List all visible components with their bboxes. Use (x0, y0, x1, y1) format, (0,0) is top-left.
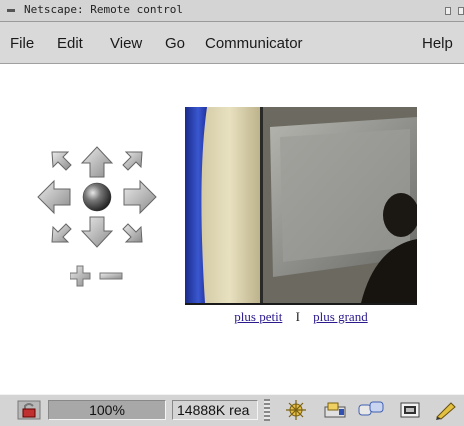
maximize-icon[interactable] (458, 7, 464, 15)
mailbox-icon[interactable] (322, 399, 350, 421)
menu-go[interactable]: Go (165, 35, 185, 52)
image-size-links: plus petit I plus grand (185, 309, 417, 325)
arrow-down-left-icon[interactable] (51, 223, 72, 243)
window-titlebar: Netscape: Remote control (0, 0, 464, 22)
zoom-controls (70, 265, 123, 287)
webcam-image (185, 107, 417, 305)
arrow-down-icon[interactable] (80, 216, 114, 248)
navigator-icon[interactable] (284, 399, 308, 421)
menu-communicator[interactable]: Communicator (205, 35, 303, 52)
link-smaller[interactable]: plus petit (234, 309, 282, 324)
memory-status: 14888K rea (172, 400, 258, 420)
window-title: Netscape: Remote control (24, 3, 183, 16)
arrow-up-right-icon[interactable] (122, 151, 143, 171)
arrow-down-right-icon[interactable] (122, 223, 143, 243)
padlock-icon[interactable] (16, 399, 42, 421)
zoom-in-icon[interactable] (70, 265, 91, 287)
arrow-right-icon[interactable] (123, 179, 157, 215)
menu-edit[interactable]: Edit (57, 35, 83, 52)
link-separator: I (295, 309, 300, 324)
arrow-up-icon[interactable] (80, 146, 114, 178)
menu-file[interactable]: File (10, 35, 34, 52)
minimize-icon[interactable] (445, 7, 451, 15)
arrow-up-left-icon[interactable] (51, 151, 72, 171)
webcam-picture (185, 107, 417, 303)
menu-bar: File Edit View Go Communicator Help (0, 22, 464, 64)
window-menu-icon[interactable] (7, 9, 15, 12)
arrow-left-icon[interactable] (37, 179, 71, 215)
progress-zoom-field: 100% (48, 400, 166, 420)
discussion-icon[interactable] (356, 399, 386, 421)
zoom-out-icon[interactable] (99, 272, 123, 280)
link-bigger[interactable]: plus grand (313, 309, 368, 324)
direction-arrows (37, 146, 157, 248)
composer-icon[interactable] (398, 399, 422, 421)
menu-help[interactable]: Help (422, 35, 453, 52)
status-bar: 100% 14888K rea (0, 394, 464, 426)
grip-icon[interactable] (264, 399, 270, 421)
center-ball-icon[interactable] (82, 182, 112, 212)
menu-view[interactable]: View (110, 35, 142, 52)
pen-icon[interactable] (434, 399, 458, 421)
page-content: plus petit I plus grand (0, 64, 464, 394)
